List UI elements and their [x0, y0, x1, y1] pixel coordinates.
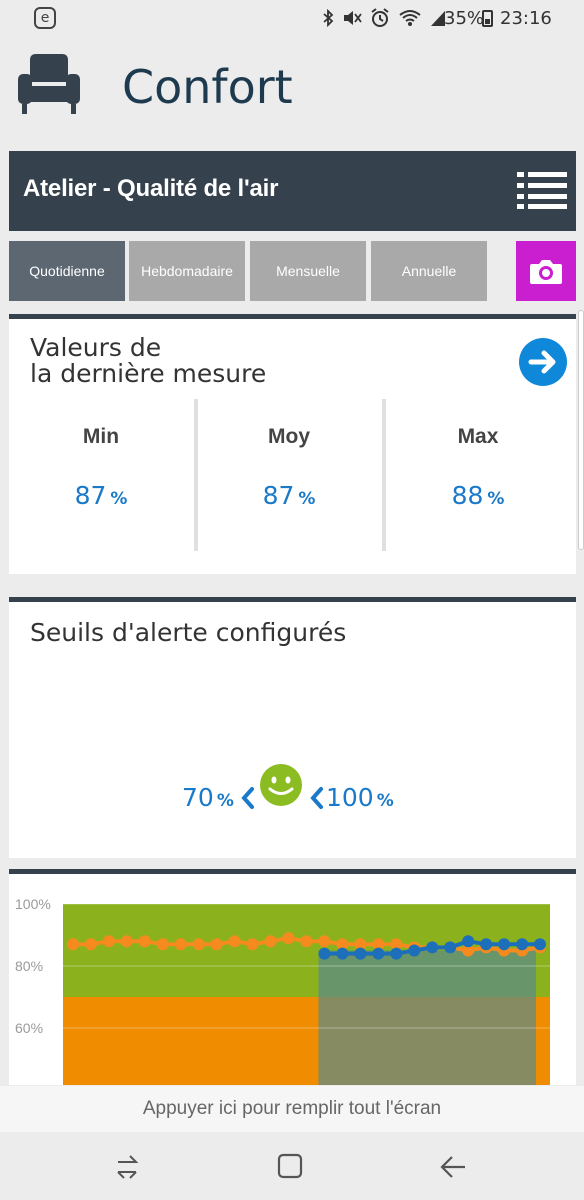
history-chart: 100% 80% 60%: [15, 896, 550, 1085]
max-value: 88%: [418, 481, 538, 510]
list-menu-icon[interactable]: [515, 169, 569, 209]
tab-quotidienne[interactable]: Quotidienne: [9, 241, 125, 301]
thresholds-card: Seuils d'alerte configurés: [9, 597, 576, 858]
chart-y-tick-label: 60%: [15, 1020, 43, 1036]
max-number: 88: [451, 481, 484, 510]
status-icons: [322, 8, 446, 32]
series-orange-point: [174, 938, 187, 951]
series-blue-point: [444, 941, 457, 954]
thresholds-title: Seuils d'alerte configurés: [30, 618, 347, 647]
series-orange-point: [138, 935, 151, 948]
status-bar: e 35% 23:16: [0, 0, 584, 36]
max-label: Max: [457, 425, 499, 448]
column-divider: [382, 399, 386, 551]
series-blue-point: [516, 938, 529, 951]
tab-annuelle[interactable]: Annuelle: [371, 241, 487, 301]
series-blue-point: [336, 947, 349, 960]
series-orange-point: [192, 938, 205, 951]
series-orange-point: [282, 932, 295, 945]
last-measure-title-line2: la dernière mesure: [30, 359, 267, 388]
battery-icon: [482, 10, 493, 27]
series-blue-point: [498, 938, 511, 951]
mute-icon: [342, 9, 362, 31]
series-orange-point: [210, 938, 223, 951]
series-orange-point: [156, 938, 169, 951]
min-number: 87: [74, 481, 107, 510]
series-orange-point: [318, 935, 331, 948]
last-measure-card: Valeurs de la dernière mesure Min Moy Ma…: [9, 314, 576, 574]
min-unit: %: [110, 489, 128, 509]
max-unit: %: [487, 489, 505, 509]
series-blue-point: [462, 935, 475, 948]
less-than-icon: [237, 781, 257, 811]
series-blue-point: [480, 938, 493, 951]
clock: 23:16: [500, 8, 552, 29]
back-icon[interactable]: [438, 1152, 468, 1182]
recent-apps-icon[interactable]: [112, 1152, 142, 1182]
less-than-icon: [306, 781, 326, 811]
smiley-face-icon: [259, 763, 303, 807]
alarm-icon: [370, 8, 390, 32]
threshold-high: 100%: [326, 783, 394, 812]
series-orange-point: [67, 938, 79, 951]
series-orange-point: [102, 935, 115, 948]
threshold-high-value: 100: [326, 783, 374, 812]
camera-button[interactable]: [516, 241, 576, 301]
navigation-bar: [0, 1132, 584, 1200]
series-orange-point: [120, 935, 133, 948]
threshold-low-value: 70: [182, 783, 214, 812]
scrollbar[interactable]: [578, 310, 584, 550]
last-measure-title-line1: Valeurs de: [30, 333, 162, 362]
bluetooth-icon: [322, 8, 334, 31]
app-badge: e: [34, 7, 56, 29]
arrow-right-circle-icon[interactable]: [519, 338, 567, 386]
sensor-title-bar: Atelier - Qualité de l'air: [9, 151, 576, 231]
threshold-high-unit: %: [376, 791, 394, 811]
battery-percent: 35%: [444, 8, 485, 29]
avg-unit: %: [298, 489, 316, 509]
threshold-low: 70%: [182, 783, 234, 812]
series-orange-point: [300, 935, 313, 948]
series-blue-point: [390, 947, 403, 960]
series-blue-point: [354, 947, 367, 960]
chart-y-tick-label: 100%: [15, 896, 51, 912]
column-divider: [194, 399, 198, 551]
min-label: Min: [82, 425, 120, 448]
chart-overlay: [318, 950, 536, 1085]
history-chart-card: 100% 80% 60%: [9, 869, 576, 1085]
tab-mensuelle[interactable]: Mensuelle: [250, 241, 366, 301]
series-blue-point: [318, 947, 331, 960]
avg-value: 87%: [229, 481, 349, 510]
threshold-low-unit: %: [216, 791, 234, 811]
chart-y-tick-label: 80%: [15, 958, 43, 974]
series-orange-point: [246, 938, 259, 951]
series-blue-point: [534, 938, 546, 951]
home-icon[interactable]: [276, 1152, 304, 1180]
avg-label: Moy: [268, 425, 310, 448]
series-blue-point: [372, 947, 385, 960]
avg-number: 87: [262, 481, 295, 510]
camera-icon: [530, 260, 562, 284]
series-blue-point: [426, 941, 439, 954]
sensor-title: Atelier - Qualité de l'air: [23, 175, 279, 202]
series-orange-point: [264, 935, 277, 948]
wifi-icon: [398, 9, 422, 31]
series-orange-point: [84, 938, 97, 951]
series-blue-point: [408, 944, 421, 957]
page-title: Confort: [122, 60, 293, 114]
armchair-icon: [16, 52, 82, 118]
tab-hebdomadaire[interactable]: Hebdomadaire: [129, 241, 245, 301]
series-orange-point: [228, 935, 241, 948]
fill-screen-bar[interactable]: Appuyer ici pour remplir tout l'écran: [0, 1086, 584, 1132]
min-value: 87%: [41, 481, 161, 510]
app-header: Confort: [0, 36, 584, 148]
